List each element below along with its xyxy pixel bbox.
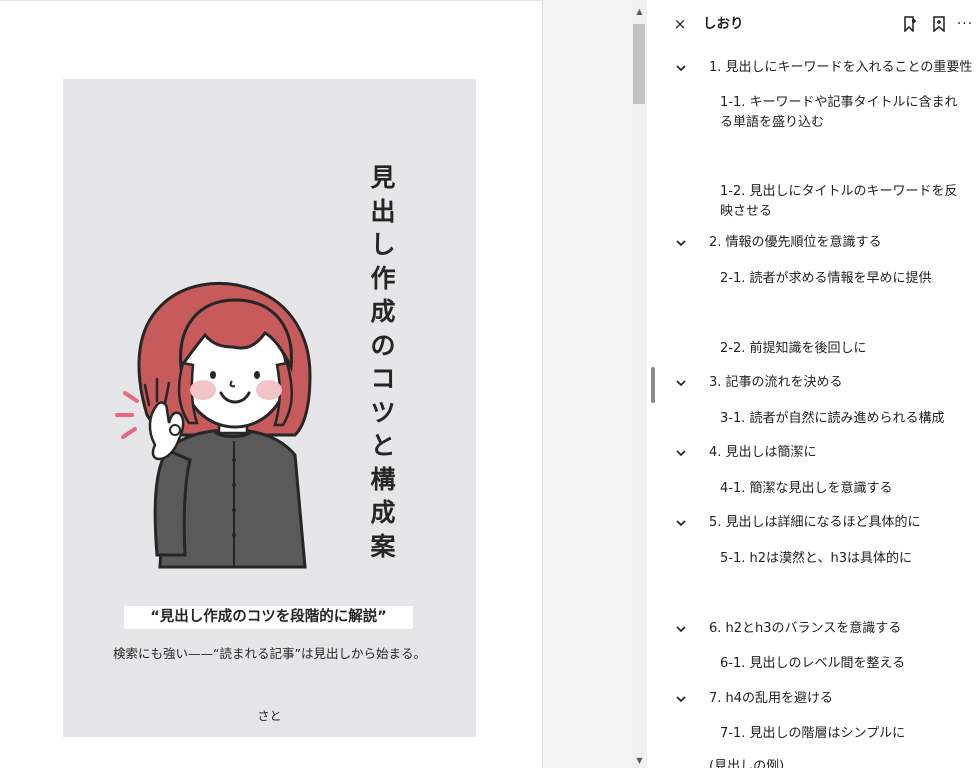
add-bookmark-button[interactable] — [900, 14, 920, 34]
bookmark-item[interactable]: (見出しの例) — [709, 757, 974, 768]
cover-subtitle: “見出し作成のコツを段階的に解説” — [124, 606, 413, 629]
scrollbar-thumb[interactable] — [633, 24, 645, 104]
more-options-button[interactable]: ··· — [955, 14, 975, 34]
cover-title-char: 成 — [370, 498, 396, 527]
collapse-chevron-icon[interactable] — [673, 233, 689, 253]
page-gutter — [542, 0, 632, 768]
cover-title-char: と — [370, 431, 396, 460]
bookmark-item[interactable]: 4-1. 簡潔な見出しを意識する — [720, 479, 970, 499]
panel-resize-handle[interactable] — [651, 367, 655, 403]
bookmark-item[interactable]: 7. h4の乱用を避ける — [709, 689, 974, 709]
bookmark-item[interactable]: 2-1. 読者が求める情報を早めに提供 — [720, 269, 970, 289]
scroll-down-arrow-icon[interactable]: ▼ — [632, 752, 647, 768]
bookmark-item[interactable]: 6-1. 見出しのレベル間を整える — [720, 654, 970, 674]
cover-title-char: し — [370, 230, 396, 259]
bookmark-item[interactable]: 2-2. 前提知識を後回しに — [720, 339, 970, 359]
cover-title-char: ツ — [370, 397, 396, 427]
cover-title-char: 見 — [370, 163, 396, 192]
bookmark-item[interactable]: 3. 記事の流れを決める — [709, 373, 974, 393]
cover-title-char: 構 — [370, 464, 396, 494]
cover-title-char: 案 — [370, 531, 396, 561]
close-panel-button[interactable]: × — [671, 14, 689, 34]
bookmark-item[interactable]: 1-1. キーワードや記事タイトルに含まれる単語を盛り込む — [720, 93, 970, 133]
bookmark-item[interactable]: 7-1. 見出しの階層はシンプルに — [720, 724, 970, 744]
scroll-up-arrow-icon[interactable]: ▲ — [632, 0, 647, 22]
collapse-chevron-icon[interactable] — [673, 513, 689, 533]
cover-title-char: コ — [370, 364, 396, 393]
cover-tagline: 検索にも強い——“読まれる記事”は見出しから始まる。 — [113, 646, 426, 661]
bookmark-item[interactable]: 1-2. 見出しにタイトルのキーワードを反映させる — [720, 182, 970, 222]
panel-title: しおり — [703, 16, 744, 32]
cover-title-char: の — [370, 330, 396, 360]
bookmark-item[interactable]: 5. 見出しは詳細になるほど具体的に — [709, 513, 974, 533]
bookmark-item[interactable]: 3-1. 読者が自然に読み進められる構成 — [720, 409, 970, 429]
cover-title-char: 作 — [370, 263, 396, 293]
bookmark-item[interactable]: 5-1. h2は漠然と、h3は具体的に — [720, 549, 970, 569]
bookmark-add-icon — [904, 16, 916, 32]
new-bookmark-button[interactable] — [929, 14, 949, 34]
girl-ok-sign-illustration — [115, 281, 312, 569]
cover-author: さと — [257, 709, 282, 723]
cover-title-char: 成 — [370, 297, 396, 326]
bookmark-item[interactable]: 2. 情報の優先順位を意識する — [709, 233, 974, 253]
bookmark-item[interactable]: 1. 見出しにキーワードを入れることの重要性 — [709, 58, 974, 78]
document-scrollbar[interactable]: ▲ ▼ — [632, 0, 647, 768]
bookmark-plus-icon — [933, 16, 945, 32]
collapse-chevron-icon[interactable] — [673, 373, 689, 393]
collapse-chevron-icon[interactable] — [673, 443, 689, 463]
cover-title: 見出し作成のコツと構成案 — [362, 161, 404, 563]
collapse-chevron-icon[interactable] — [673, 58, 689, 78]
bookmark-item[interactable]: 4. 見出しは簡潔に — [709, 443, 974, 463]
bookmark-item[interactable]: 6. h2とh3のバランスを意識する — [709, 619, 974, 639]
collapse-chevron-icon[interactable] — [673, 689, 689, 709]
cover-title-char: 出 — [370, 196, 396, 226]
collapse-chevron-icon[interactable] — [673, 619, 689, 639]
